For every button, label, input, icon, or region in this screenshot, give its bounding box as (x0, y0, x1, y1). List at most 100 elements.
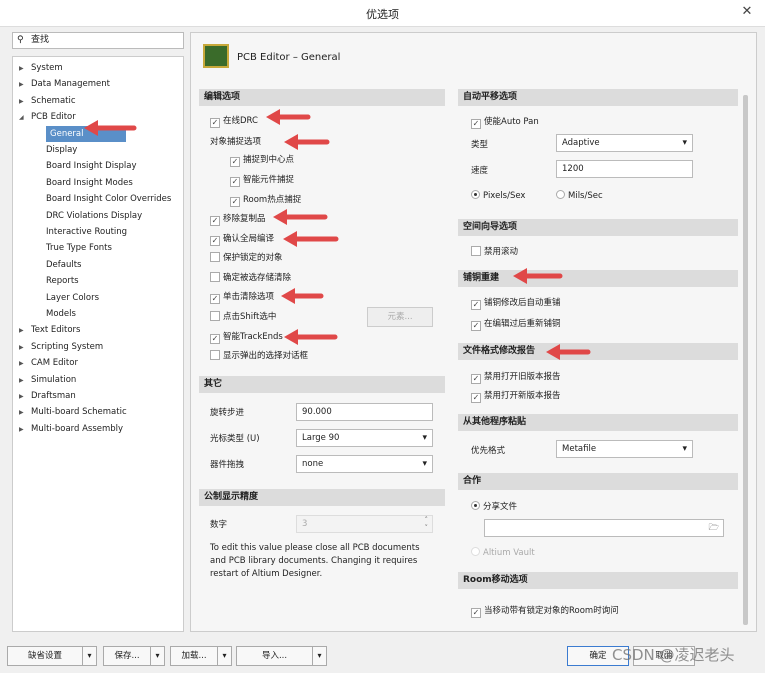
tree-item-multi-board-schematic[interactable]: Multi-board Schematic (31, 404, 127, 420)
snap-center-checkbox[interactable]: ✓ 捕捉到中心点 (230, 154, 294, 167)
expand-icon[interactable]: ▶ (19, 377, 24, 384)
label: 捕捉到中心点 (243, 155, 295, 165)
label: Mils/Sec (568, 191, 603, 201)
tree-item-display[interactable]: Display (46, 142, 77, 158)
shift-select-checkbox[interactable]: 点击Shift选中 (210, 311, 276, 323)
tree-item-defaults[interactable]: Defaults (46, 257, 82, 273)
pour-rebuild-header: 铺铜重建 (458, 270, 738, 287)
repour-after-edit-checkbox[interactable]: ✓ 在编辑过后重新铺铜 (471, 318, 561, 331)
tree-item-multi-board-assembly[interactable]: Multi-board Assembly (31, 421, 123, 437)
label: 使能Auto Pan (484, 117, 539, 127)
import-button[interactable]: 导入... ▾ (236, 646, 327, 666)
digits-label: 数字 (210, 520, 228, 530)
mils-radio[interactable]: Mils/Sec (556, 190, 603, 202)
speed-input[interactable]: 1200 (556, 160, 693, 178)
expand-icon[interactable]: ▶ (19, 327, 24, 334)
tree-item-system[interactable]: System (31, 60, 63, 76)
note-line: and PCB library documents. Changing it r… (210, 556, 418, 566)
expand-icon[interactable]: ▶ (19, 81, 24, 88)
label: 点击Shift选中 (223, 312, 277, 322)
tree-item-board-insight-color-overrides[interactable]: Board Insight Color Overrides (46, 191, 171, 207)
paste-header: 从其他程序粘贴 (458, 414, 738, 431)
tree-item-cam-editor[interactable]: CAM Editor (31, 355, 78, 371)
expand-icon[interactable]: ▶ (19, 65, 24, 72)
expanded-icon[interactable]: ◢ (19, 114, 24, 121)
expand-icon[interactable]: ▶ (19, 98, 24, 105)
online-drc-checkbox[interactable]: ✓ 在线DRC (210, 115, 258, 128)
settings-panel: PCB Editor – General 编辑选项 ✓ 在线DRC 对象捕捉选项 … (190, 32, 757, 632)
search-input[interactable]: ⚲ 查找 (12, 32, 184, 49)
pixels-radio[interactable]: Pixels/Sex (471, 190, 525, 202)
search-placeholder: 查找 (31, 35, 50, 45)
tree-item-schematic[interactable]: Schematic (31, 93, 76, 109)
enable-autopan-checkbox[interactable]: ✓ 使能Auto Pan (471, 116, 539, 129)
preferences-tree: System ▶ Data Management ▶ Schematic ▶ PCB Edi… (12, 56, 184, 632)
note-line: To edit this value please close all PCB … (210, 543, 420, 553)
tree-item-board-insight-modes[interactable]: Board Insight Modes (46, 175, 133, 191)
smart-trackends-checkbox[interactable]: ✓ 智能TrackEnds (210, 331, 283, 344)
label: 铺铜修改后自动重铺 (484, 298, 561, 308)
show-popup-checkbox[interactable]: 显示弹出的选择对话框 (210, 350, 308, 362)
tree-item-scripting-system[interactable]: Scripting System (31, 339, 103, 355)
room-snap-checkbox[interactable]: ✓ Room热点捕捉 (230, 194, 301, 207)
room-move-header: Room移动选项 (458, 572, 738, 589)
altium-vault-radio[interactable]: Altium Vault (471, 547, 535, 559)
tree-item-drc-violations-display[interactable]: DRC Violations Display (46, 208, 142, 224)
tree-item-reports[interactable]: Reports (46, 273, 79, 289)
drag-label: 器件拖拽 (210, 460, 245, 470)
rotation-label: 旋转步进 (210, 408, 245, 418)
tree-item-text-editors[interactable]: Text Editors (31, 322, 80, 338)
rotation-input[interactable]: 90.000 (296, 403, 433, 421)
label: 分享文件 (483, 502, 518, 512)
cursor-type-label: 光标类型 (U) (210, 434, 260, 444)
format-select[interactable]: Metafile (556, 440, 693, 458)
disable-old-report-checkbox[interactable]: ✓ 禁用打开旧版本报告 (471, 371, 561, 384)
auto-repour-checkbox[interactable]: ✓ 铺铜修改后自动重铺 (471, 297, 561, 310)
tree-item-board-insight-display[interactable]: Board Insight Display (46, 158, 137, 174)
tree-item-simulation[interactable]: Simulation (31, 372, 76, 388)
room-locked-checkbox[interactable]: ✓ 当移动带有锁定对象的Room时询问 (471, 605, 619, 618)
drag-select[interactable]: none (296, 455, 433, 473)
tree-item-pcb-editor[interactable]: PCB Editor (31, 109, 76, 125)
share-file-radio[interactable]: 分享文件 (471, 501, 517, 513)
tree-item-draftsman[interactable]: Draftsman (31, 388, 76, 404)
digits-spinner[interactable]: 3 ˄ ˅ (296, 515, 433, 533)
share-path-input[interactable]: 🗁 (484, 519, 724, 537)
label: 智能TrackEnds (223, 332, 283, 342)
protect-locked-checkbox[interactable]: 保护锁定的对象 (210, 252, 283, 264)
expand-icon[interactable]: ▶ (19, 393, 24, 400)
label: 禁用打开旧版本报告 (484, 372, 561, 382)
pcb-icon (203, 44, 229, 68)
expand-icon[interactable]: ▶ (19, 409, 24, 416)
remove-duplicates-checkbox[interactable]: ✓ 移除复制品 (210, 213, 266, 226)
disable-scroll-checkbox[interactable]: 禁用滚动 (471, 246, 518, 258)
tree-item-interactive-routing[interactable]: Interactive Routing (46, 224, 127, 240)
elements-button[interactable]: 元素... (367, 307, 433, 327)
value: 3 (302, 519, 308, 529)
close-icon[interactable]: ✕ (729, 0, 765, 24)
tree-item-data-management[interactable]: Data Management (31, 76, 110, 92)
other-header: 其它 (199, 376, 445, 393)
label: 当移动带有锁定对象的Room时询问 (484, 606, 619, 616)
click-clear-checkbox[interactable]: ✓ 单击清除选项 (210, 291, 274, 304)
tree-item-models[interactable]: Models (46, 306, 76, 322)
search-icon: ⚲ (17, 35, 24, 45)
confirm-clear-checkbox[interactable]: 确定被选存储清除 (210, 272, 291, 284)
watermark: CSDN @凌迟老头 (612, 646, 735, 664)
scrollbar[interactable] (743, 95, 748, 625)
smart-snap-checkbox[interactable]: ✓ 智能元件捕捉 (230, 174, 294, 187)
expand-icon[interactable]: ▶ (19, 344, 24, 351)
tree-item-general[interactable]: General (46, 125, 126, 142)
load-button[interactable]: 加载... ▾ (170, 646, 232, 666)
tree-item-true-type-fonts[interactable]: True Type Fonts (46, 240, 112, 256)
autopan-type-select[interactable]: Adaptive (556, 134, 693, 152)
expand-icon[interactable]: ▶ (19, 360, 24, 367)
defaults-button[interactable]: 缺省设置 ▾ (7, 646, 97, 666)
folder-icon[interactable]: 🗁 (708, 520, 719, 536)
confirm-global-edit-checkbox[interactable]: ✓ 确认全局编译 (210, 233, 274, 246)
cursor-type-select[interactable]: Large 90 (296, 429, 433, 447)
tree-item-layer-colors[interactable]: Layer Colors (46, 290, 99, 306)
save-button[interactable]: 保存... ▾ (103, 646, 165, 666)
expand-icon[interactable]: ▶ (19, 426, 24, 433)
disable-new-report-checkbox[interactable]: ✓ 禁用打开新版本报告 (471, 390, 561, 403)
